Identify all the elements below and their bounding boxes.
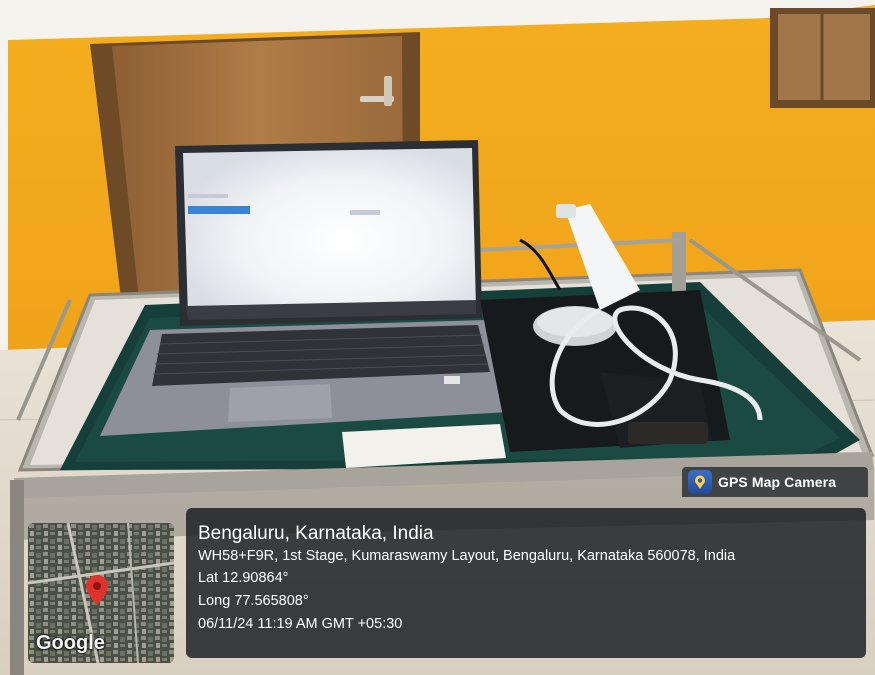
- location-pin-camera-icon: [688, 470, 712, 494]
- latitude: Lat 12.90864°: [198, 570, 289, 586]
- map-marker-icon: [86, 575, 108, 605]
- map-provider-label: Google: [36, 632, 105, 654]
- watermark-brand-label: GPS Map Camera: [718, 474, 837, 490]
- timestamp: 06/11/24 11:19 AM GMT +05:30: [198, 616, 403, 632]
- laptop-touchpad: [228, 384, 332, 422]
- map-thumbnail: Google: [28, 523, 174, 663]
- laptop-screen: [183, 148, 476, 316]
- place-name: Bengaluru, Karnataka, India: [198, 523, 434, 544]
- longitude: Long 77.565808°: [198, 593, 309, 609]
- full-address: WH58+F9R, 1st Stage, Kumaraswamy Layout,…: [198, 548, 736, 564]
- location-info-panel: Bengaluru, Karnataka, India WH58+F9R, 1s…: [186, 508, 866, 658]
- gps-map-camera-watermark: GPS Map Camera: [682, 467, 868, 497]
